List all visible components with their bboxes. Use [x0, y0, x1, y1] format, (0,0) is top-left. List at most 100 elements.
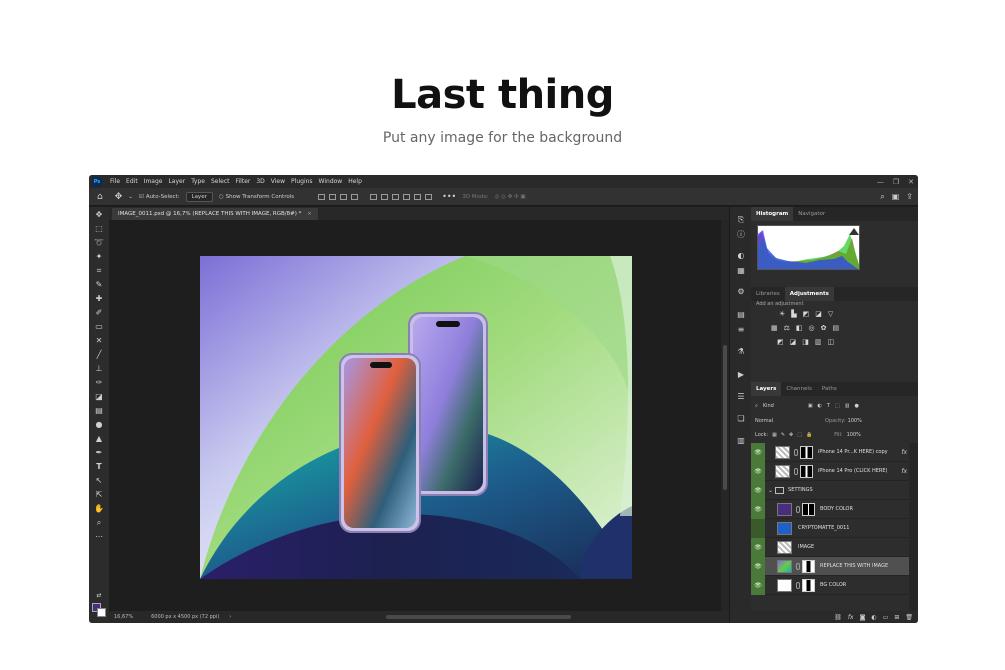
layer-row[interactable]: 👁 iPhone 14 Pr...K HERE) copy fx: [751, 442, 909, 462]
layer-row[interactable]: 👁 IMAGE: [751, 537, 909, 557]
threshold-icon[interactable]: ◨: [802, 338, 809, 346]
selective-color-icon[interactable]: ◫: [828, 338, 835, 346]
menu-help[interactable]: Help: [345, 178, 365, 185]
posterize-icon[interactable]: ◪: [790, 338, 797, 346]
lock-transparent-icon[interactable]: ▦: [772, 432, 777, 438]
more-tools-icon[interactable]: ⋯: [94, 532, 104, 542]
search-icon[interactable]: ⌕: [880, 192, 884, 202]
layer-row-selected[interactable]: 👁 REPLACE THIS WITH IMAGE: [751, 556, 909, 576]
visibility-eye-icon[interactable]: 👁: [751, 461, 765, 481]
exposure-icon[interactable]: ◪: [815, 310, 822, 318]
menu-view[interactable]: View: [268, 178, 288, 185]
opacity-input[interactable]: 100%: [848, 418, 862, 424]
new-adjustment-icon[interactable]: ◐: [871, 614, 876, 621]
horizontal-scroll-thumb[interactable]: [386, 615, 571, 619]
move-tool-icon[interactable]: ✥: [115, 192, 123, 202]
more-options-icon[interactable]: •••: [442, 192, 456, 201]
hand-tool-icon[interactable]: ✋: [94, 504, 104, 514]
tab-paths[interactable]: Paths: [817, 382, 842, 396]
history-icon[interactable]: ⎘: [736, 215, 746, 225]
color-balance-icon[interactable]: ⚖: [784, 324, 790, 332]
black-white-icon[interactable]: ◧: [796, 324, 803, 332]
healing-brush-icon[interactable]: ✚: [94, 294, 104, 304]
fill-input[interactable]: 100%: [847, 432, 861, 438]
document-canvas[interactable]: [200, 256, 632, 579]
transform-controls-checkbox[interactable]: ○: [219, 194, 224, 200]
layer-row[interactable]: 👁 BG COLOR: [751, 575, 909, 595]
menu-type[interactable]: Type: [188, 178, 208, 185]
workspace-icon[interactable]: ▣: [892, 192, 900, 202]
direct-select-icon[interactable]: ⇱: [94, 490, 104, 500]
visibility-eye-icon[interactable]: 👁: [751, 537, 765, 557]
align-right-icon[interactable]: [340, 193, 348, 200]
filter-adjustment-icon[interactable]: ◐: [818, 403, 822, 409]
properties-icon[interactable]: ⚙: [736, 287, 746, 297]
dodge-tool-icon[interactable]: ▲: [94, 434, 104, 444]
move-tool-icon[interactable]: ✥: [94, 210, 104, 220]
vertical-scroll-thumb[interactable]: [723, 345, 727, 490]
menu-layer[interactable]: Layer: [165, 178, 188, 185]
close-icon[interactable]: ✕: [908, 178, 914, 186]
align-left-icon[interactable]: [318, 193, 326, 200]
distribute-right-icon[interactable]: [392, 193, 400, 200]
brush-settings-icon[interactable]: ⚗: [736, 347, 746, 357]
visibility-eye-icon[interactable]: 👁: [751, 575, 765, 595]
path-select-icon[interactable]: ↖: [94, 476, 104, 486]
invert-icon[interactable]: ◩: [777, 338, 784, 346]
tab-libraries[interactable]: Libraries: [751, 287, 785, 301]
swatches-icon[interactable]: ▦: [736, 266, 746, 276]
stamp-tool-icon[interactable]: ▭: [94, 322, 104, 332]
pen-tool-icon[interactable]: ✒: [94, 448, 104, 458]
lock-pixels-icon[interactable]: ✎: [781, 432, 785, 438]
layer-fx-icon[interactable]: fx: [901, 468, 907, 475]
actions-play-icon[interactable]: ▶: [736, 370, 746, 380]
new-group-icon[interactable]: ▭: [883, 614, 889, 621]
menu-plugins[interactable]: Plugins: [288, 178, 316, 185]
eraser-tool-icon[interactable]: ◪: [94, 392, 104, 402]
menu-edit[interactable]: Edit: [123, 178, 141, 185]
3d-orbit-icon[interactable]: ◎ ◎ ✥ ✣ ▣: [495, 194, 526, 200]
lock-all-icon[interactable]: 🔒: [806, 432, 812, 438]
status-arrow-icon[interactable]: ›: [229, 614, 231, 620]
lasso-tool-icon[interactable]: ➰: [94, 238, 104, 248]
share-icon[interactable]: ⇪: [906, 192, 913, 202]
character-icon[interactable]: ▤: [736, 310, 746, 320]
color-icon[interactable]: ◐: [736, 251, 746, 261]
distribute-left-icon[interactable]: [370, 193, 378, 200]
clone-tool-icon[interactable]: ⊥: [94, 364, 104, 374]
auto-select-checkbox[interactable]: ☑: [139, 194, 144, 200]
vibrance-icon[interactable]: ▽: [828, 310, 833, 318]
filter-type-icon[interactable]: T: [827, 403, 830, 409]
close-tab-icon[interactable]: ×: [307, 211, 312, 217]
visibility-eye-icon[interactable]: 👁: [751, 518, 765, 538]
add-mask-icon[interactable]: ◙: [860, 614, 866, 621]
info-icon[interactable]: ⓘ: [736, 230, 746, 240]
brush-tool-icon[interactable]: ✐: [94, 308, 104, 318]
type-tool-icon[interactable]: T: [94, 462, 104, 472]
canvas-area[interactable]: [109, 220, 721, 611]
menu-image[interactable]: Image: [141, 178, 166, 185]
layers-scrollbar[interactable]: [909, 443, 918, 611]
delete-layer-icon[interactable]: 🗑: [905, 614, 913, 621]
background-color-swatch[interactable]: [97, 608, 106, 617]
lock-artboard-icon[interactable]: ⬚: [797, 432, 802, 438]
zoom-tool-icon[interactable]: ⌕: [94, 518, 104, 528]
photo-filter-icon[interactable]: ◎: [809, 324, 815, 332]
pencil-tool-icon[interactable]: ╱: [94, 350, 104, 360]
tool-preset-chevron-icon[interactable]: ⌄: [128, 194, 133, 200]
crop-tool-icon[interactable]: ⌗: [94, 266, 104, 276]
channel-mixer-icon[interactable]: ✿: [821, 324, 827, 332]
paragraph-icon[interactable]: ≡: [736, 325, 746, 335]
adjust-sliders-icon[interactable]: ☰: [736, 392, 746, 402]
magic-wand-icon[interactable]: ✦: [94, 252, 104, 262]
add-style-icon[interactable]: fx: [848, 614, 854, 621]
layer-row[interactable]: 👁 iPhone 14 Pro (CLICK HERE) fx: [751, 461, 909, 481]
layer-row[interactable]: 👁 CRYPTOMATTE_0011: [751, 518, 909, 538]
link-layers-icon[interactable]: ⛓: [834, 614, 842, 621]
layer-row[interactable]: 👁 BODY COLOR: [751, 499, 909, 519]
home-icon[interactable]: ⌂: [97, 192, 103, 202]
new-layer-icon[interactable]: ⊞: [894, 614, 899, 621]
menu-3d[interactable]: 3D: [253, 178, 267, 185]
history-brush-icon[interactable]: ✕: [94, 336, 104, 346]
gradient-map-icon[interactable]: ▥: [815, 338, 822, 346]
